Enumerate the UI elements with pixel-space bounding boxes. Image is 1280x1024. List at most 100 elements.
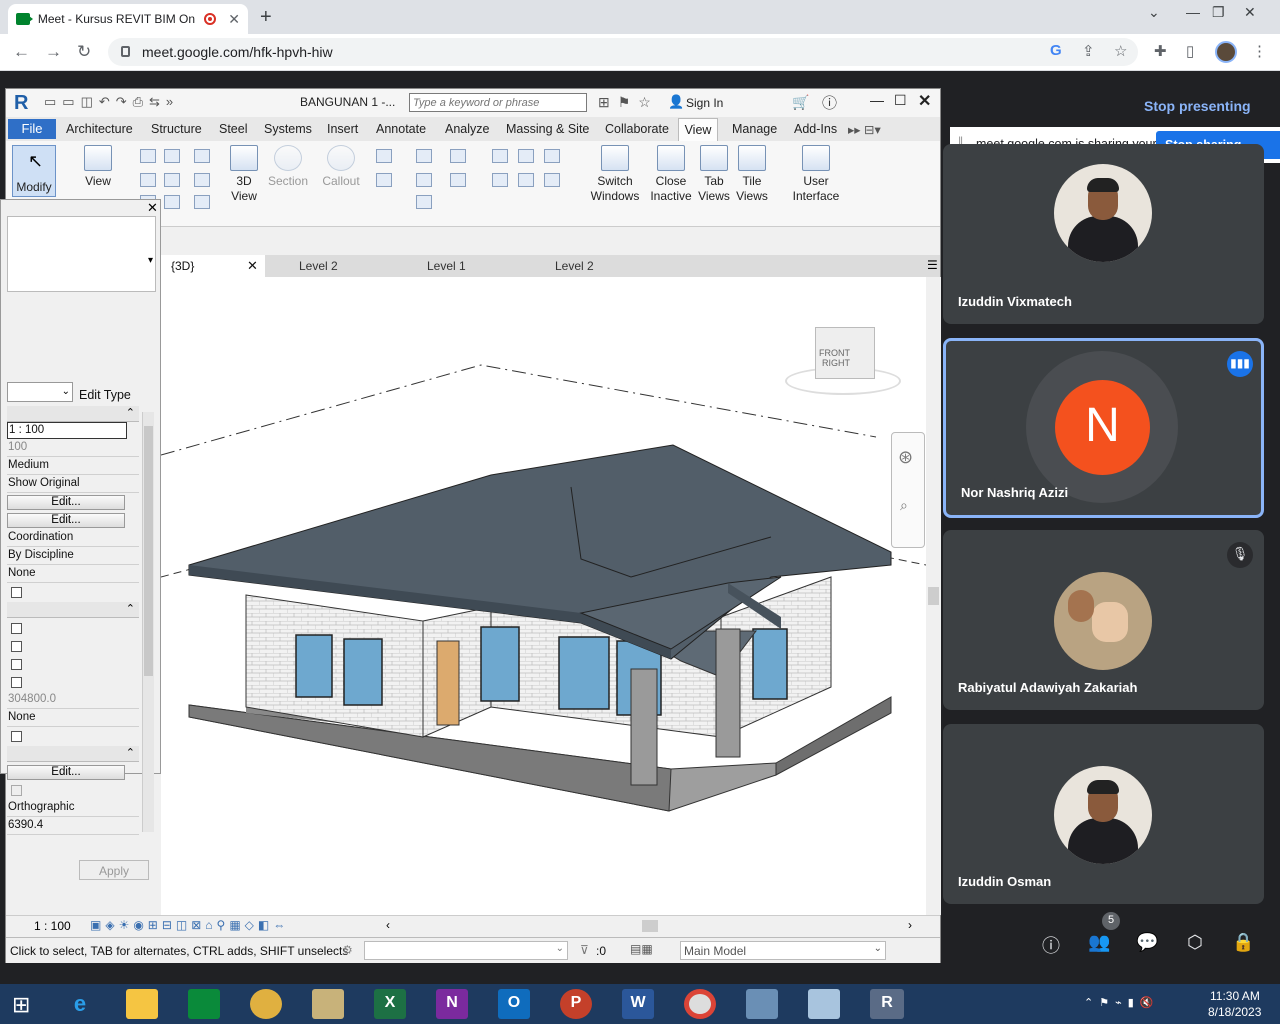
3d-view-button[interactable]: 3D View [224, 145, 264, 204]
plan-views-icon[interactable] [376, 149, 392, 163]
view-tabs-menu-icon[interactable]: ☰ [927, 258, 938, 272]
switch-windows-button[interactable]: Switch Windows [590, 145, 640, 204]
elevation-icon[interactable] [376, 173, 392, 187]
ie-icon[interactable]: e [64, 989, 96, 1019]
render-cloud-icon[interactable] [194, 149, 210, 163]
minimize-icon[interactable]: — [1186, 4, 1200, 20]
participant-tile[interactable]: 🎙 Rabiyatul Adawiyah Zakariah [943, 530, 1264, 710]
close-tab-button[interactable]: ✕ [228, 11, 240, 28]
scope-box-icon[interactable] [450, 173, 466, 187]
participant-tile-speaking[interactable]: N ▮▮▮ Nor Nashriq Azizi [943, 338, 1264, 518]
browser-tab[interactable]: Meet - Kursus REVIT BIM On ✕ [8, 4, 248, 34]
canvas-vscroll[interactable] [926, 277, 941, 915]
prop-crop-visible-checkbox[interactable] [11, 641, 22, 652]
people-icon[interactable]: 👥 [1088, 932, 1110, 954]
section-extents[interactable] [7, 602, 139, 618]
menu-steel[interactable]: Steel [219, 122, 248, 136]
menu-view[interactable]: View [678, 118, 718, 141]
viewcube-box[interactable]: FRONT RIGHT [815, 327, 875, 379]
prop-checkbox[interactable] [11, 587, 22, 598]
prop-annotation-crop-checkbox[interactable] [11, 659, 22, 670]
sheet-icon[interactable] [492, 149, 508, 163]
type-selector[interactable]: ▾ [7, 216, 156, 292]
prop-projection-mode[interactable]: Orthographic [7, 800, 139, 817]
photo-app-icon[interactable] [250, 989, 282, 1019]
revit-taskbar-icon[interactable]: R [870, 989, 904, 1019]
prop-scope-box[interactable]: None [7, 710, 139, 727]
prop-default-analysis[interactable]: None [7, 566, 139, 583]
host-controls-icon[interactable]: 🔒 [1232, 932, 1254, 954]
bookmark-star-icon[interactable]: ☆ [1114, 42, 1127, 60]
viewcube-right[interactable]: RIGHT [822, 358, 850, 368]
prop-color-scheme[interactable]: By Discipline [7, 548, 139, 565]
outlook-icon[interactable]: O [498, 989, 530, 1019]
view-controls-icon[interactable]: ▣◈☀◉⊞⊟◫⊠⌂⚲▦◇◧⇔ [90, 918, 289, 932]
properties-scrollbar[interactable] [142, 412, 154, 832]
apply-button[interactable]: Apply [79, 860, 149, 880]
section-graphics[interactable] [7, 406, 139, 422]
system-tray-icon[interactable]: ⌃⚑⌁▮🔇 [1084, 996, 1159, 1009]
hscroll-right-icon[interactable]: › [908, 918, 912, 932]
help-icon[interactable]: ⓘ [822, 92, 837, 113]
paint-icon[interactable] [312, 989, 344, 1019]
clock-time[interactable]: 11:30 AM [1210, 989, 1260, 1003]
tab-views-button[interactable]: Tab Views [694, 145, 734, 204]
revit-logo-icon[interactable]: R [14, 92, 28, 115]
info-icon[interactable]: ⓘ [1040, 932, 1062, 956]
measure-icon[interactable] [194, 195, 210, 209]
filter-icon[interactable]: ⊽ [580, 943, 589, 957]
close-inactive-button[interactable]: Close Inactive [646, 145, 696, 204]
word-icon[interactable]: W [622, 989, 654, 1019]
chrome-icon[interactable] [684, 989, 716, 1019]
menu-kebab-icon[interactable]: ⋮ [1252, 42, 1267, 60]
schedules-icon[interactable] [450, 149, 466, 163]
stop-presenting-button[interactable]: Stop presenting [1144, 98, 1251, 114]
prop-view-scale[interactable]: 1 : 100 [7, 422, 127, 439]
view-tab-level-2[interactable]: Level 2 [269, 255, 393, 277]
view-reference-icon[interactable] [544, 173, 560, 187]
menu-systems[interactable]: Systems [264, 122, 312, 136]
prop-vg-edit-button[interactable]: Edit... [7, 495, 125, 510]
legends-icon[interactable] [416, 195, 432, 209]
prop-detail-level[interactable]: Medium [7, 458, 139, 475]
view-tab-close-icon[interactable]: ✕ [247, 258, 258, 274]
back-icon[interactable]: ← [13, 42, 30, 62]
menu-architecture[interactable]: Architecture [66, 122, 133, 136]
sidepanel-icon[interactable]: ▯ [1186, 42, 1194, 60]
menu-add-ins[interactable]: Add-Ins [794, 122, 837, 136]
matchline-icon[interactable] [544, 149, 560, 163]
edit-type-button[interactable]: Edit Type [79, 388, 131, 402]
url-field[interactable]: meet.google.com/hfk-hpvh-hiw [108, 38, 1138, 66]
hscroll-thumb[interactable] [642, 920, 658, 932]
prop-rendering-edit-button[interactable]: Edit... [7, 765, 125, 780]
quick-access-toolbar-icon[interactable]: ▭▭◫↶↷⎙⇆» [44, 94, 179, 110]
section-button[interactable]: Section [266, 145, 310, 189]
guide-grid-icon[interactable] [518, 173, 534, 187]
revit-close-icon[interactable]: ✕ [918, 91, 931, 111]
start-icon[interactable]: ⊞ [12, 992, 30, 1018]
scroll-thumb[interactable] [144, 426, 153, 676]
activities-icon[interactable]: ⬡ [1184, 932, 1206, 954]
sign-in-button[interactable]: Sign In [686, 96, 723, 110]
steering-wheel-icon[interactable]: ⊛ [898, 447, 913, 468]
extensions-icon[interactable]: ✚ [1154, 42, 1167, 60]
viewcube[interactable]: FRONT RIGHT [785, 327, 901, 397]
drafting-view-icon[interactable] [416, 149, 432, 163]
new-tab-button[interactable]: + [260, 6, 272, 29]
visibility-icon[interactable] [140, 149, 156, 163]
powerpoint-icon[interactable]: P [560, 989, 592, 1019]
prop-discipline[interactable]: Coordination [7, 530, 139, 547]
view-tab-3d[interactable]: {3D} ✕ [161, 255, 265, 277]
maximize-icon[interactable]: ❐ [1212, 4, 1225, 21]
navigation-bar[interactable]: ⊛ ⌕ [891, 432, 925, 548]
section-camera[interactable] [7, 746, 139, 762]
google-icon[interactable]: G [1050, 42, 1062, 59]
notepad-icon[interactable] [808, 989, 840, 1019]
workset-dropdown[interactable]: ⌄ [364, 941, 568, 960]
duplicate-view-icon[interactable] [416, 173, 432, 187]
revit-search-input[interactable] [409, 93, 587, 112]
store-icon[interactable] [188, 989, 220, 1019]
menu-structure[interactable]: Structure [151, 122, 202, 136]
3d-view-canvas[interactable]: FRONT RIGHT ⊛ ⌕ [160, 277, 941, 915]
properties-close-icon[interactable]: ✕ [147, 200, 158, 216]
